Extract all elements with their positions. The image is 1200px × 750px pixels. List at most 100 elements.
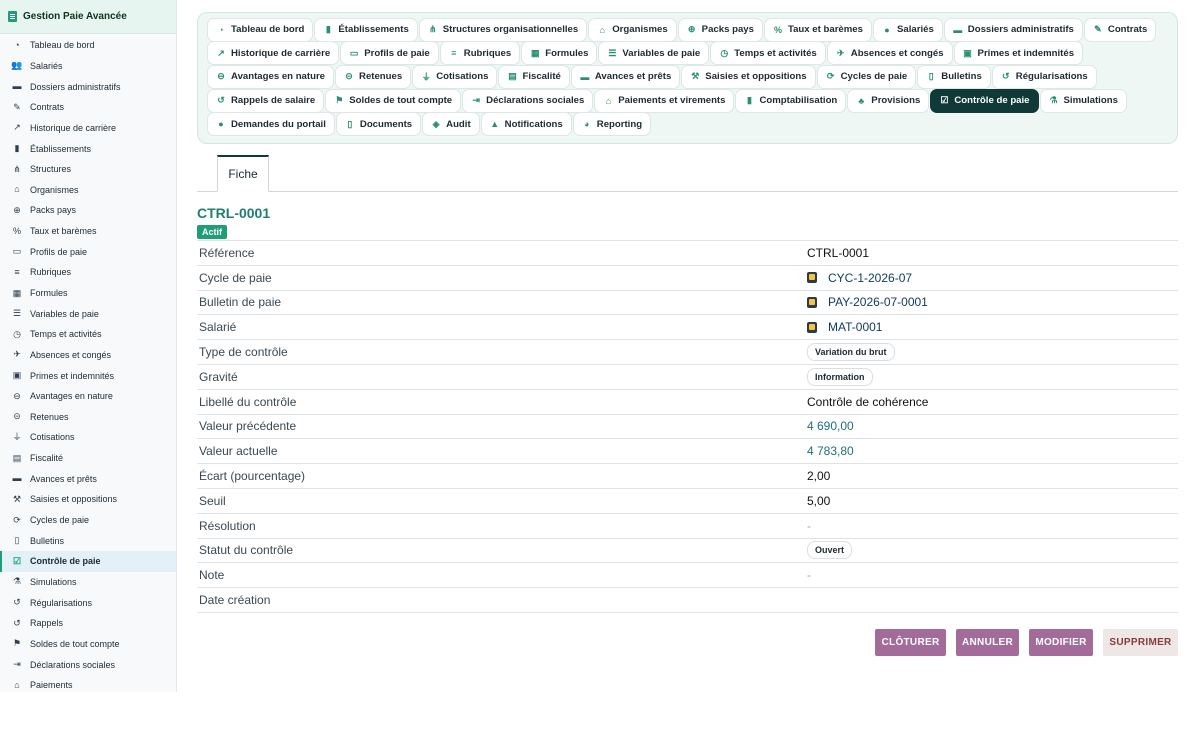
tab-variables-de-paie[interactable]: ☰ Variables de paie: [598, 41, 710, 66]
sidebar-item-absences-et-conges[interactable]: ✈ Absences et congés: [0, 345, 176, 366]
sidebar-item-salaries[interactable]: 👥 Salariés: [0, 56, 176, 77]
field-label: Type de contrôle: [199, 345, 288, 360]
sidebar-item-cotisations[interactable]: ⏚ Cotisations: [0, 427, 176, 448]
sidebar-item-variables-de-paie[interactable]: ☰ Variables de paie: [0, 303, 176, 324]
tab-simulations[interactable]: ⚗ Simulations: [1039, 88, 1127, 113]
tab-cycles-de-paie[interactable]: ⟳ Cycles de paie: [816, 64, 917, 89]
reference-link[interactable]: CYC-1-2026-07: [828, 271, 912, 285]
sidebar-item-cycles-de-paie[interactable]: ⟳ Cycles de paie: [0, 510, 176, 531]
sidebar-item-etablissements[interactable]: ▮ Établissements: [0, 138, 176, 159]
sidebar-item-profils-de-paie[interactable]: ▭ Profils de paie: [0, 241, 176, 262]
value-text: 2,00: [807, 469, 831, 484]
tab-controle-de-paie[interactable]: ☑ Contrôle de paie: [930, 88, 1039, 113]
tab-provisions[interactable]: ♣ Provisions: [847, 88, 930, 113]
sidebar-item-controle-de-paie[interactable]: ☑ Contrôle de paie: [0, 551, 176, 572]
tab-avances-et-prets[interactable]: ▬ Avances et prêts: [570, 64, 681, 89]
sidebar-item-retenues[interactable]: ⊝ Retenues: [0, 407, 176, 428]
sidebar-item-contrats[interactable]: ✎ Contrats: [0, 97, 176, 118]
sync-icon: ⟳: [13, 514, 21, 525]
cancel-button[interactable]: ANNULER: [956, 629, 1019, 656]
field-value[interactable]: PAY-2026-07-0001: [807, 295, 928, 309]
reference-link[interactable]: MAT-0001: [828, 320, 882, 334]
edit-button[interactable]: MODIFIER: [1029, 629, 1093, 656]
tab-etablissements[interactable]: ▮ Établissements: [314, 17, 418, 42]
tab-documents[interactable]: ▯ Documents: [335, 112, 422, 137]
sidebar-item-saisies-et-oppositions[interactable]: ⚒ Saisies et oppositions: [0, 489, 176, 510]
tab-salaries[interactable]: ● Salariés: [872, 17, 943, 42]
tab-organismes[interactable]: ⌂ Organismes: [588, 17, 677, 42]
tab-rappels-de-salaire[interactable]: ↺ Rappels de salaire: [207, 88, 325, 113]
tab-fiche[interactable]: Fiche: [217, 155, 269, 192]
tab-audit[interactable]: ◈ Audit: [422, 112, 480, 137]
sitemap-icon: ⋔: [13, 163, 21, 174]
sidebar-item-label: Organismes: [30, 184, 79, 195]
tab-temps-et-activites[interactable]: ◷ Temps et activités: [710, 41, 826, 66]
tab-contrats[interactable]: ✎ Contrats: [1083, 17, 1157, 42]
sidebar-item-structures[interactable]: ⋔ Structures: [0, 159, 176, 180]
tab-soldes-de-tout-compte[interactable]: ⚑ Soldes de tout compte: [325, 88, 462, 113]
tab-retenues[interactable]: ⊝ Retenues: [335, 64, 412, 89]
tab-notifications[interactable]: ▲ Notifications: [480, 112, 572, 137]
tab-paiements-et-virements[interactable]: ⌂ Paiements et virements: [594, 88, 735, 113]
value-empty: -: [807, 568, 811, 583]
tab-dossiers-administratifs[interactable]: ▬ Dossiers administratifs: [943, 17, 1083, 42]
tab-tableau-de-bord[interactable]: ◔ Tableau de bord: [207, 17, 314, 42]
sidebar-item-historique-de-carriere[interactable]: ↗ Historique de carrière: [0, 118, 176, 139]
tab-declarations-sociales[interactable]: ⇥ Déclarations sociales: [462, 88, 594, 113]
sidebar-item-soldes-de-tout-compte[interactable]: ⚑ Soldes de tout compte: [0, 634, 176, 655]
tab-fiscalite[interactable]: ▤ Fiscalité: [498, 64, 570, 89]
sidebar-item-declarations-sociales[interactable]: ⇥ Déclarations sociales: [0, 654, 176, 675]
sidebar-item-taux-et-baremes[interactable]: % Taux et barèmes: [0, 221, 176, 242]
field-row-cycle-de-paie: Cycle de paie CYC-1-2026-07: [197, 266, 1178, 291]
sidebar-item-simulations[interactable]: ⚗ Simulations: [0, 572, 176, 593]
sidebar-item-bulletins[interactable]: ▯ Bulletins: [0, 530, 176, 551]
sidebar-item-organismes[interactable]: ⌂ Organismes: [0, 179, 176, 200]
tab-absences-et-conges[interactable]: ✈ Absences et congés: [826, 41, 953, 66]
tab-bulletins[interactable]: ▯ Bulletins: [917, 64, 991, 89]
sidebar-item-avances-et-prets[interactable]: ▬ Avances et prêts: [0, 468, 176, 489]
reference-link[interactable]: PAY-2026-07-0001: [828, 295, 928, 309]
sidebar-item-packs-pays[interactable]: ⊕ Packs pays: [0, 200, 176, 221]
sidebar-item-rubriques[interactable]: ≡ Rubriques: [0, 262, 176, 283]
sidebar-header[interactable]: Gestion Paie Avancée: [0, 0, 176, 34]
delete-button[interactable]: SUPPRIMER: [1103, 629, 1178, 656]
tab-primes-et-indemnites[interactable]: ▣ Primes et indemnités: [953, 41, 1084, 66]
sidebar-item-avantages-en-nature[interactable]: ⊖ Avantages en nature: [0, 386, 176, 407]
field-label: Libellé du contrôle: [199, 394, 297, 409]
globe-icon: ⊕: [687, 24, 696, 35]
tab-avantages-en-nature[interactable]: ⊖ Avantages en nature: [207, 64, 335, 89]
tab-comptabilisation[interactable]: ▮ Comptabilisation: [735, 88, 847, 113]
tab-profils-de-paie[interactable]: ▭ Profils de paie: [340, 41, 439, 66]
field-value[interactable]: MAT-0001: [807, 320, 882, 334]
sidebar-item-regularisations[interactable]: ↺ Régularisations: [0, 592, 176, 613]
close-control-button[interactable]: CLÔTURER: [875, 629, 946, 656]
tab-historique-de-carriere[interactable]: ↗ Historique de carrière: [207, 41, 340, 66]
tab-taux-et-baremes[interactable]: % Taux et barèmes: [763, 17, 872, 42]
tab-row: ● Demandes du portail ▯ Documents ◈ Audit ▲ Not…: [207, 112, 1177, 137]
tab-regularisations[interactable]: ↺ Régularisations: [991, 64, 1097, 89]
sidebar-item-paiements[interactable]: ⌂ Paiements: [0, 675, 176, 692]
id-card-icon: ▭: [12, 246, 22, 257]
sidebar-item-temps-et-activites[interactable]: ◷ Temps et activités: [0, 324, 176, 345]
field-value[interactable]: CYC-1-2026-07: [807, 271, 912, 285]
tab-saisies-et-oppositions[interactable]: ⚒ Saisies et oppositions: [681, 64, 816, 89]
tab-reporting[interactable]: ◕ Reporting: [572, 112, 652, 137]
tab-formules[interactable]: ▦ Formules: [521, 41, 598, 66]
tab-label: Variables de paie: [622, 47, 701, 59]
sidebar-item-formules[interactable]: ▦ Formules: [0, 283, 176, 304]
tab-rubriques[interactable]: ≡ Rubriques: [439, 41, 521, 66]
sidebar-item-label: Profils de paie: [30, 246, 88, 257]
building-icon: ▮: [325, 24, 331, 35]
tab-label: Organismes: [612, 24, 668, 36]
sidebar-item-dossiers-administratifs[interactable]: ▬ Dossiers administratifs: [0, 76, 176, 97]
tab-structures-organisationnelles[interactable]: ⋔ Structures organisationnelles: [418, 17, 588, 42]
tab-label: Retenues: [359, 71, 403, 83]
sidebar-item-fiscalite[interactable]: ▤ Fiscalité: [0, 448, 176, 469]
sidebar-item-rappels[interactable]: ↺ Rappels: [0, 613, 176, 634]
sidebar-item-primes-et-indemnites[interactable]: ▣ Primes et indemnités: [0, 365, 176, 386]
tab-demandes-du-portail[interactable]: ● Demandes du portail: [207, 112, 335, 137]
tab-cotisations[interactable]: ⏚ Cotisations: [412, 64, 498, 89]
file-export-icon: ⇥: [472, 95, 480, 106]
sidebar-item-tableau-de-bord[interactable]: ◔ Tableau de bord: [0, 35, 176, 56]
tab-packs-pays[interactable]: ⊕ Packs pays: [677, 17, 763, 42]
